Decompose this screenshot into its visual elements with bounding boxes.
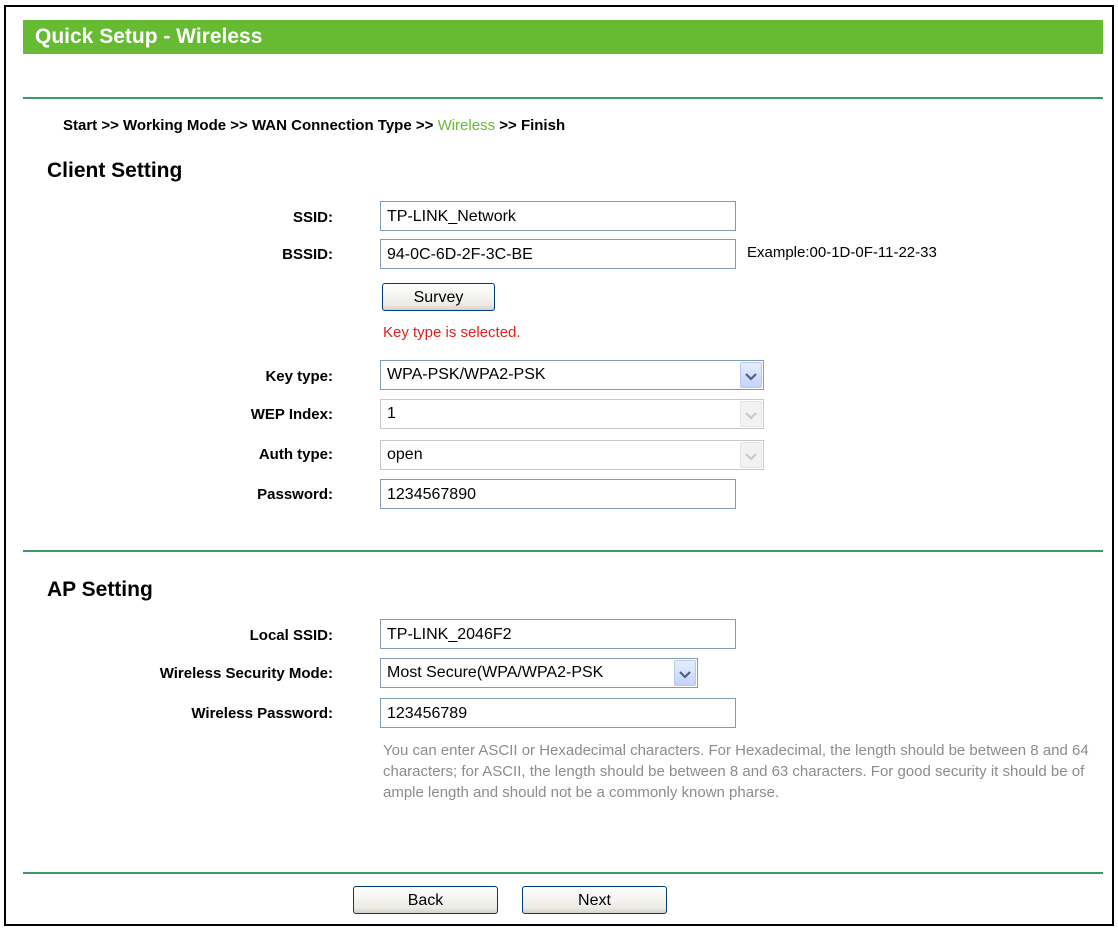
ssid-label: SSID: [292, 209, 333, 226]
wep-index-select[interactable]: 1 [380, 399, 764, 429]
breadcrumb: Start >> Working Mode >> WAN Connection … [63, 117, 565, 134]
bssid-example: Example:00-1D-0F-11-22-33 [747, 244, 937, 261]
security-mode-select[interactable]: Most Secure(WPA/WPA2-PSK [380, 658, 698, 688]
chevron-down-icon[interactable] [740, 362, 762, 388]
client-setting-title: Client Setting [47, 159, 183, 182]
auth-type-select[interactable]: open [380, 440, 764, 470]
next-button[interactable]: Next [522, 886, 667, 914]
breadcrumb-separator: >> [495, 117, 521, 134]
ssid-input[interactable] [380, 201, 736, 231]
local-ssid-input[interactable] [380, 619, 736, 649]
chevron-down-icon[interactable] [674, 660, 696, 686]
breadcrumb-wireless: Wireless [437, 117, 496, 134]
ap-setting-title: AP Setting [47, 578, 153, 601]
bssid-input[interactable] [380, 239, 736, 269]
auth-type-value: open [387, 446, 423, 463]
divider [23, 872, 1103, 874]
wireless-password-input[interactable] [380, 698, 736, 728]
key-type-label: Key type: [265, 368, 333, 385]
auth-type-label: Auth type: [258, 446, 333, 463]
breadcrumb-finish: Finish [520, 117, 566, 134]
divider [23, 97, 1103, 99]
security-mode-value: Most Secure(WPA/WPA2-PSK [387, 664, 604, 681]
password-input[interactable] [380, 479, 736, 509]
breadcrumb-working-mode: Working Mode [123, 117, 227, 134]
divider [23, 550, 1103, 552]
status-message: Key type is selected. [383, 324, 521, 341]
breadcrumb-separator: >> [411, 117, 438, 134]
wireless-password-label: Wireless Password: [191, 705, 333, 722]
security-mode-label: Wireless Security Mode: [159, 665, 333, 682]
breadcrumb-start: Start [63, 117, 98, 134]
bssid-label: BSSID: [282, 246, 333, 263]
password-help-text: You can enter ASCII or Hexadecimal chara… [383, 742, 1089, 801]
breadcrumb-wan-connection-type: WAN Connection Type [251, 117, 412, 134]
wep-index-value: 1 [387, 405, 396, 422]
password-label: Password: [257, 486, 333, 503]
breadcrumb-separator: >> [226, 117, 252, 134]
breadcrumb-separator: >> [97, 117, 124, 134]
page-title: Quick Setup - Wireless [23, 20, 1103, 54]
back-button[interactable]: Back [353, 886, 498, 914]
wep-index-label: WEP Index: [250, 406, 333, 423]
key-type-select[interactable]: WPA-PSK/WPA2-PSK [380, 360, 764, 390]
local-ssid-label: Local SSID: [249, 627, 333, 644]
key-type-value: WPA-PSK/WPA2-PSK [387, 366, 546, 383]
survey-button[interactable]: Survey [382, 283, 495, 311]
chevron-down-icon[interactable] [740, 401, 762, 427]
chevron-down-icon[interactable] [740, 442, 762, 468]
